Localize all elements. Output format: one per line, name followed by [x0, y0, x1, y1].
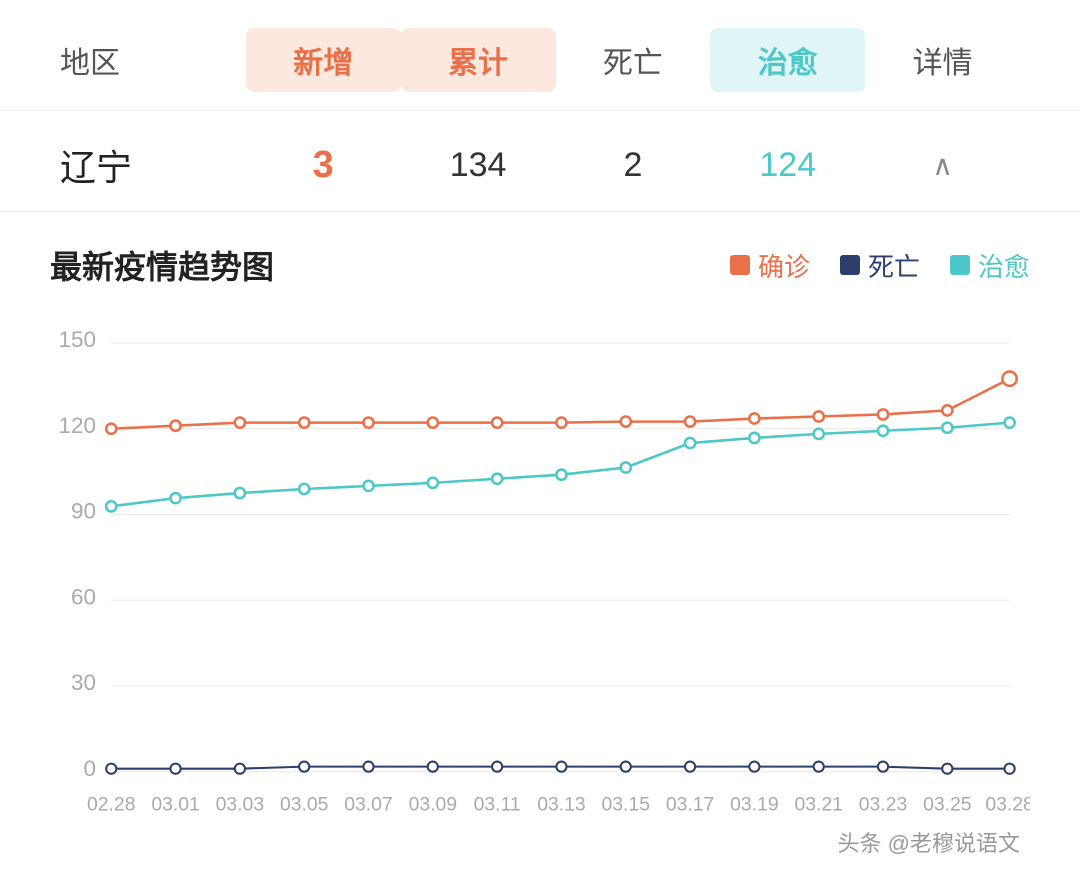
- new-cases-value: 3: [246, 144, 401, 187]
- svg-text:03.13: 03.13: [537, 794, 586, 816]
- svg-text:03.07: 03.07: [344, 794, 393, 816]
- legend-recovery: 治愈: [950, 247, 1030, 284]
- chart-area: 150 120 90 60 30 0 02.28 03.01 03.03 03.…: [50, 308, 1030, 868]
- svg-text:150: 150: [59, 327, 96, 352]
- svg-text:03.25: 03.25: [923, 794, 971, 816]
- region-name: 辽宁: [60, 139, 246, 191]
- chart-svg: 150 120 90 60 30 0 02.28 03.01 03.03 03.…: [50, 308, 1030, 868]
- svg-text:02.28: 02.28: [87, 794, 135, 816]
- watermark: 头条 @老穆说语文: [838, 826, 1020, 858]
- svg-text:03.17: 03.17: [666, 794, 714, 816]
- death-dot: [840, 255, 860, 275]
- recovery-value: 124: [710, 146, 865, 185]
- table-header: 地区 新增 累计 死亡 治愈 详情: [0, 0, 1080, 111]
- svg-text:03.09: 03.09: [409, 794, 458, 816]
- confirmed-dot: [730, 255, 750, 275]
- header-death: 死亡: [556, 38, 711, 82]
- svg-text:03.19: 03.19: [730, 794, 778, 816]
- chart-legend: 确诊 死亡 治愈: [730, 247, 1030, 284]
- svg-text:03.15: 03.15: [602, 794, 650, 816]
- svg-text:03.11: 03.11: [474, 794, 521, 816]
- svg-text:03.23: 03.23: [859, 794, 907, 816]
- chart-title: 最新疫情趋势图: [50, 242, 730, 288]
- chart-section: 最新疫情趋势图 确诊 死亡 治愈: [0, 212, 1080, 888]
- confirmed-label: 确诊: [758, 247, 810, 284]
- header-detail: 详情: [865, 38, 1020, 82]
- recovery-dot: [950, 255, 970, 275]
- svg-text:0: 0: [83, 756, 95, 781]
- svg-text:120: 120: [59, 413, 96, 438]
- svg-text:03.28: 03.28: [985, 794, 1030, 816]
- svg-text:03.05: 03.05: [280, 794, 329, 816]
- legend-death: 死亡: [840, 247, 920, 284]
- svg-text:30: 30: [71, 670, 96, 695]
- svg-text:03.21: 03.21: [794, 794, 842, 816]
- svg-text:03.01: 03.01: [151, 794, 200, 816]
- expand-chevron[interactable]: ∧: [865, 149, 1020, 182]
- cumulative-value: 134: [401, 146, 556, 185]
- table-row[interactable]: 辽宁 3 134 2 124 ∧: [0, 111, 1080, 212]
- death-label: 死亡: [868, 247, 920, 284]
- legend-confirmed: 确诊: [730, 247, 810, 284]
- svg-text:03.03: 03.03: [216, 794, 265, 816]
- header-recovery: 治愈: [710, 28, 865, 92]
- header-cumulative: 累计: [401, 28, 556, 92]
- header-new-cases: 新增: [246, 28, 401, 92]
- main-container: 地区 新增 累计 死亡 治愈 详情 辽宁 3 134 2 124 ∧ 最新疫情趋…: [0, 0, 1080, 888]
- svg-text:60: 60: [71, 584, 96, 609]
- death-value: 2: [556, 146, 711, 185]
- chart-header: 最新疫情趋势图 确诊 死亡 治愈: [50, 242, 1030, 288]
- header-region: 地区: [60, 38, 246, 82]
- recovery-label: 治愈: [978, 247, 1030, 284]
- svg-text:90: 90: [71, 499, 96, 524]
